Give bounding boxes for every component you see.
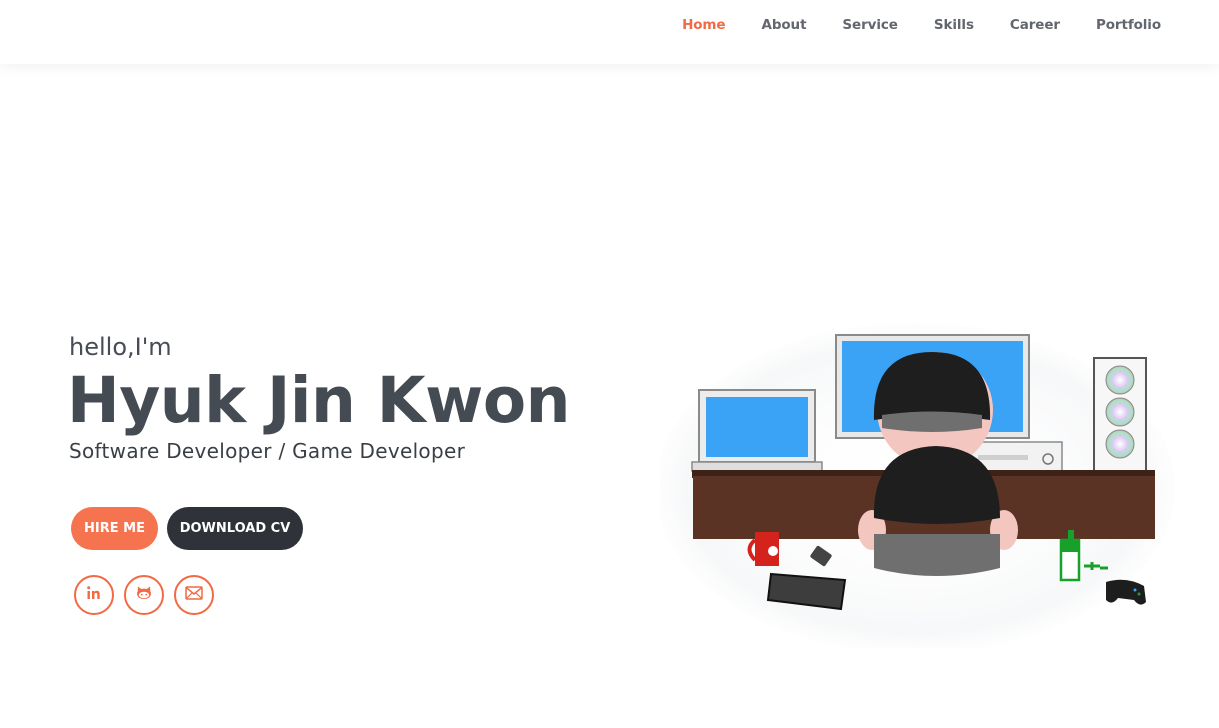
linkedin-link[interactable] (74, 575, 114, 615)
hero-name: Hyuk Jin Kwon (67, 364, 570, 437)
github-link[interactable] (124, 575, 164, 615)
mail-link[interactable] (174, 575, 214, 615)
hire-me-button[interactable]: HIRE ME (71, 507, 158, 550)
controller-illustration (1106, 579, 1146, 605)
hero-illustration (655, 318, 1180, 653)
mail-icon (185, 585, 203, 605)
hero-role: Software Developer / Game Developer (69, 439, 466, 463)
linkedin-icon (86, 585, 102, 606)
laptop-illustration (691, 389, 823, 472)
github-icon (135, 584, 153, 607)
nav-menu: Home About Service Skills Career Portfol… (646, 17, 1161, 33)
pc-tower-illustration (1093, 357, 1147, 473)
nav-link-home[interactable]: Home (682, 17, 726, 33)
nav-link-portfolio[interactable]: Portfolio (1096, 17, 1161, 33)
nav-link-skills[interactable]: Skills (934, 17, 974, 33)
nav-link-service[interactable]: Service (842, 17, 898, 33)
nav-link-about[interactable]: About (761, 17, 806, 33)
hero-intro: hello,I'm Hyuk Jin Kwon Software Develop… (67, 332, 570, 464)
hero-greeting: hello,I'm (69, 333, 172, 361)
hero-buttons: HIRE ME DOWNLOAD CV (71, 507, 303, 550)
social-links (74, 575, 214, 615)
navbar: Home About Service Skills Career Portfol… (0, 0, 1219, 64)
download-cv-button[interactable]: DOWNLOAD CV (167, 507, 303, 550)
nav-link-career[interactable]: Career (1010, 17, 1060, 33)
